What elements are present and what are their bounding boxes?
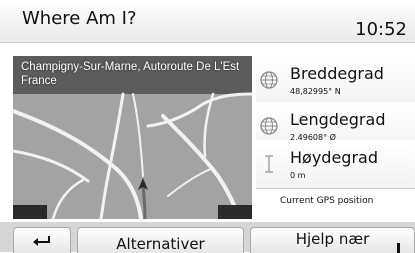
latitude-label: Breddegrad [290,64,384,83]
header-bar: Where Am I? 10:52 [0,0,415,43]
clock-time: 10:52 [355,19,407,40]
info-row-altitude: Høydegrad 0 m [256,140,415,189]
help-nearby-label: Hjelp nær [295,229,370,248]
map-view[interactable]: Champigny-Sur-Marne, Autoroute De L'Est … [13,56,252,219]
map-corner-right [218,205,252,219]
altitude-icon [265,155,273,173]
current-gps-position-button[interactable]: Current GPS position [256,186,415,216]
help-nearby-button[interactable]: Hjelp nær [250,227,415,253]
alternatives-button[interactable]: Alternativer [77,227,244,253]
map-corner-left [13,205,47,219]
altitude-label: Høydegrad [290,148,378,167]
globe-icon [260,117,278,135]
latitude-value: 48,82995° N [290,87,341,96]
page-title: Where Am I? [22,8,137,29]
longitude-label: Lengdegrad [290,110,386,129]
back-arrow-icon [33,235,50,246]
altitude-value: 0 m [290,171,306,180]
globe-icon [260,71,278,89]
map-location-label: Champigny-Sur-Marne, Autoroute De L'Est … [21,61,240,87]
bottom-bar: Alternativer Hjelp nær [0,222,415,253]
back-button[interactable] [13,227,71,253]
info-row-latitude: Breddegrad 48,82995° N [256,56,415,105]
